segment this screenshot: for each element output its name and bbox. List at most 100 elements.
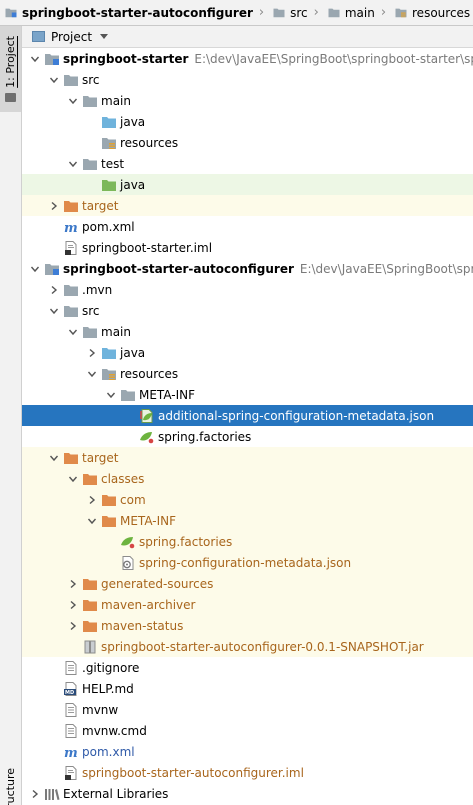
module-folder-icon [44, 52, 60, 66]
tree-node-label: META-INF [139, 387, 196, 402]
tree-node-label: External Libraries [63, 786, 169, 801]
chevron-down-icon[interactable] [87, 369, 97, 379]
tree-node[interactable]: MD HELP.md [22, 678, 473, 699]
breadcrumb-item[interactable]: main [323, 0, 375, 25]
breadcrumb-separator: › [258, 5, 265, 20]
chevron-right-icon[interactable] [68, 600, 78, 610]
arrow-spacer [49, 705, 59, 715]
breadcrumb-label: resources [412, 5, 471, 20]
tree-node-label: HELP.md [82, 681, 134, 696]
arrow-spacer [87, 117, 97, 127]
tree-node[interactable]: mvnw.cmd [22, 720, 473, 741]
tree-node[interactable]: springboot-starter E:\dev\JavaEE\SpringBo… [22, 48, 473, 69]
breadcrumb-item[interactable]: springboot-starter-autoconfigurer [0, 0, 253, 25]
tree-node-label: mvnw.cmd [82, 723, 147, 738]
chevron-down-icon[interactable] [49, 453, 59, 463]
chevron-right-icon[interactable] [87, 348, 97, 358]
project-view-selector[interactable]: Project [51, 30, 92, 44]
svg-text:MD: MD [65, 690, 74, 696]
chevron-right-icon[interactable] [49, 201, 59, 211]
excluded-folder-icon [82, 619, 98, 633]
arrow-spacer [49, 747, 59, 757]
tree-node-label: resources [120, 366, 179, 381]
tree-node[interactable]: .mvn [22, 279, 473, 300]
tree-node-label: pom.xml [82, 219, 135, 234]
chevron-down-icon[interactable] [30, 264, 40, 274]
breadcrumb-item[interactable]: src [268, 0, 308, 25]
tree-node[interactable]: src [22, 300, 473, 321]
chevron-right-icon[interactable] [87, 495, 97, 505]
breadcrumb-label: main [344, 5, 375, 20]
tree-node[interactable]: m pom.xml [22, 216, 473, 237]
chevron-down-icon[interactable] [68, 474, 78, 484]
tool-window-strip: 1: Project Structure [0, 26, 22, 805]
chevron-right-icon[interactable] [68, 621, 78, 631]
chevron-down-icon[interactable] [49, 75, 59, 85]
tree-node[interactable]: External Libraries [22, 783, 473, 804]
tree-node[interactable]: test [22, 153, 473, 174]
chevron-down-icon[interactable] [68, 159, 78, 169]
arrow-spacer [125, 432, 135, 442]
jar-file-icon [82, 640, 98, 654]
tree-node[interactable]: maven-archiver [22, 594, 473, 615]
tab-structure-label: Structure [4, 768, 17, 805]
tree-node[interactable]: resources [22, 363, 473, 384]
resources-folder-icon [394, 7, 408, 18]
tree-node-label: .gitignore [82, 660, 140, 675]
chevron-right-icon[interactable] [68, 579, 78, 589]
tree-node[interactable]: java [22, 342, 473, 363]
tree-node[interactable]: springboot-starter-autoconfigurer E:\dev\… [22, 258, 473, 279]
chevron-down-icon[interactable] [100, 34, 109, 39]
tree-node-label: springboot-starter [63, 51, 189, 66]
chevron-down-icon[interactable] [87, 516, 97, 526]
tree-node[interactable]: com [22, 489, 473, 510]
project-view-icon [32, 31, 45, 42]
folder-icon [82, 157, 98, 171]
chevron-down-icon[interactable] [106, 390, 116, 400]
tree-node[interactable]: m pom.xml [22, 741, 473, 762]
tree-node[interactable]: target [22, 447, 473, 468]
tree-node-label: generated-sources [101, 576, 214, 591]
tab-project[interactable]: 1: Project [0, 26, 21, 112]
chevron-down-icon[interactable] [68, 327, 78, 337]
tree-node[interactable]: spring.factories [22, 531, 473, 552]
tree-node[interactable]: java [22, 111, 473, 132]
project-panel-header: Project [22, 26, 473, 48]
tab-project-label: 1: Project [4, 35, 17, 88]
tree-node[interactable]: META-INF [22, 510, 473, 531]
tree-node[interactable]: spring.factories [22, 426, 473, 447]
tree-node[interactable]: springboot-starter.iml [22, 237, 473, 258]
module-folder-icon [4, 7, 18, 18]
tree-node[interactable]: spring-configuration-metadata.json [22, 552, 473, 573]
chevron-right-icon[interactable] [49, 285, 59, 295]
tree-node[interactable]: java [22, 174, 473, 195]
tree-node[interactable]: springboot-starter-autoconfigurer-0.0.1-… [22, 636, 473, 657]
tree-node-label: maven-status [101, 618, 184, 633]
tree-node[interactable]: generated-sources [22, 573, 473, 594]
tree-node[interactable]: mvnw [22, 699, 473, 720]
tree-node[interactable]: additional-spring-configuration-metadata… [22, 405, 473, 426]
chevron-down-icon[interactable] [49, 306, 59, 316]
tree-node-label: mvnw [82, 702, 119, 717]
tree-node[interactable]: META-INF [22, 384, 473, 405]
chevron-down-icon[interactable] [30, 54, 40, 64]
chevron-down-icon[interactable] [68, 96, 78, 106]
arrow-spacer [49, 222, 59, 232]
tree-node[interactable]: resources [22, 132, 473, 153]
tree-node[interactable]: src [22, 69, 473, 90]
chevron-right-icon[interactable] [30, 789, 40, 799]
arrow-spacer [87, 180, 97, 190]
json-file-icon [120, 555, 136, 570]
tree-node[interactable]: springboot-starter-autoconfigurer.iml [22, 762, 473, 783]
tree-node[interactable]: classes [22, 468, 473, 489]
tree-node[interactable]: target [22, 195, 473, 216]
tree-node[interactable]: .gitignore [22, 657, 473, 678]
tree-node-label: target [82, 450, 119, 465]
folder-icon [272, 7, 286, 18]
tab-structure[interactable]: Structure [0, 768, 21, 805]
tree-node[interactable]: main [22, 90, 473, 111]
tree-node[interactable]: main [22, 321, 473, 342]
tree-node[interactable]: maven-status [22, 615, 473, 636]
arrow-spacer [106, 537, 116, 547]
breadcrumb-item[interactable]: resources [390, 0, 471, 25]
